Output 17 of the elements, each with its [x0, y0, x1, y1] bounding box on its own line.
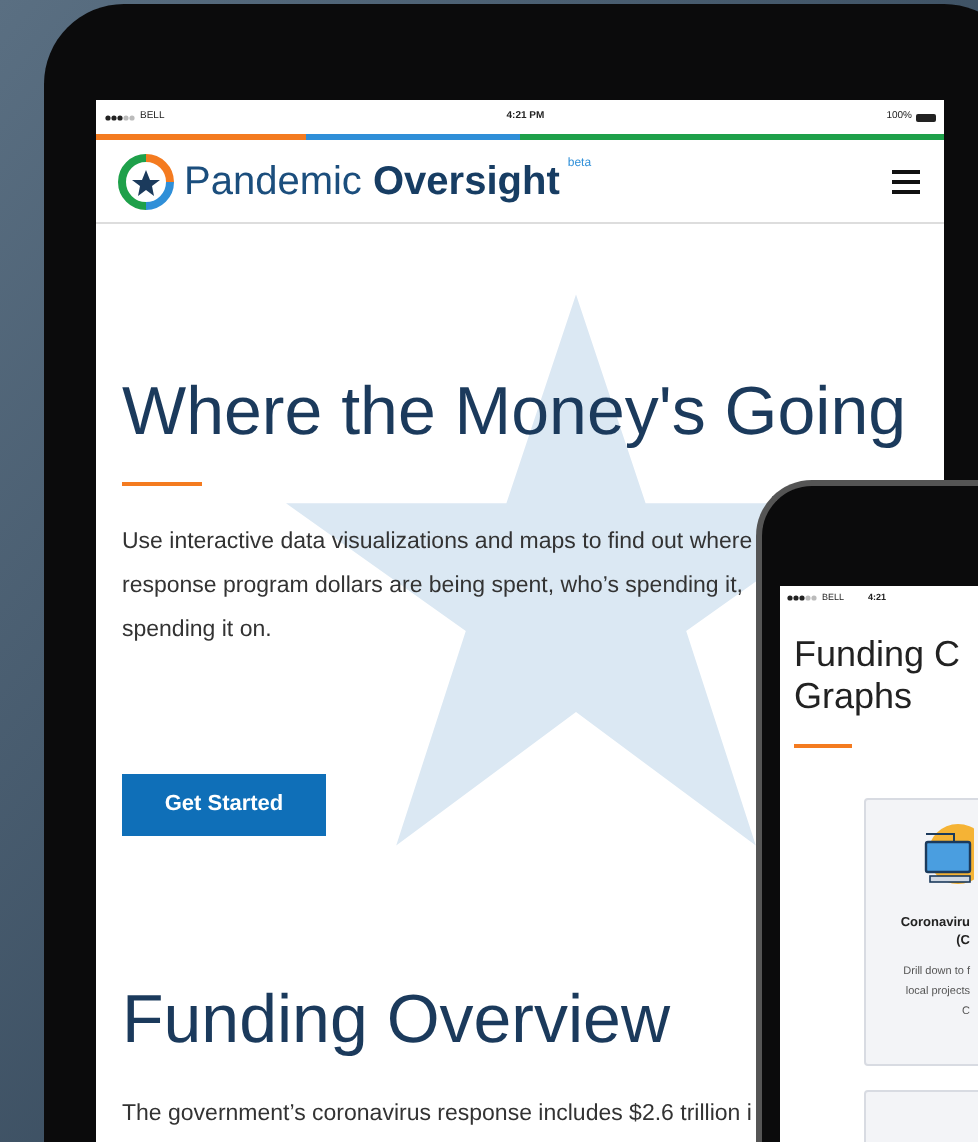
battery-icon: [916, 113, 936, 121]
hero-heading: Where the Money's Going: [122, 372, 907, 452]
menu-icon[interactable]: [892, 169, 920, 193]
signal-icon: [786, 594, 818, 602]
phone-heading-line: Graphs: [794, 676, 915, 718]
hero-text-line: spending it on.: [122, 616, 272, 646]
heading-rule: [794, 744, 852, 748]
signal-icon: [104, 113, 136, 121]
get-started-button[interactable]: Get Started: [122, 774, 326, 836]
phone-heading-line: Funding C: [794, 634, 963, 676]
hero-text-line: Use interactive data visualizations and maps to find out where: [122, 528, 753, 558]
section-text: The government’s coronavirus response includes $2.6 trillion i: [122, 1100, 752, 1130]
heading-rule: [122, 482, 202, 486]
brand-name: Pandemic Oversight: [184, 161, 560, 201]
hero-text-line: response program dollars are being spent, who’s spending it,: [122, 572, 743, 602]
logo-icon: [116, 151, 176, 211]
section-heading: Funding Overview: [122, 980, 671, 1060]
